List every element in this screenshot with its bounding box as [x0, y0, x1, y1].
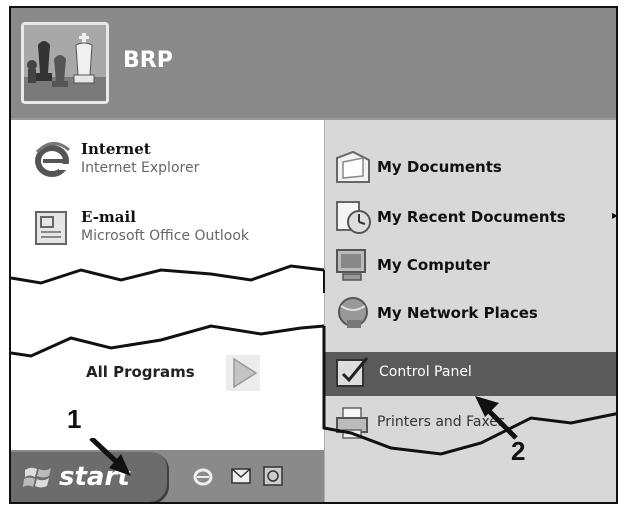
printer-icon: [333, 404, 373, 442]
quicklaunch-outlook-express-icon[interactable]: [229, 464, 253, 488]
green-arrow-right-icon: [226, 355, 260, 391]
left-pane: Internet Internet Explorer E-mail Micros…: [11, 120, 324, 502]
pinned-email[interactable]: E-mail Microsoft Office Outlook: [33, 206, 313, 254]
start-menu-header: BRP: [11, 8, 616, 120]
user-avatar-chess[interactable]: [21, 22, 109, 104]
outlook-icon: [33, 208, 71, 248]
pinned-internet-subtitle: Internet Explorer: [81, 160, 200, 176]
callout-number-1: 1: [67, 404, 82, 434]
place-my-network-places-label: My Network Places: [377, 304, 538, 322]
network-places-icon: [333, 294, 373, 332]
place-my-network-places[interactable]: My Network Places: [333, 292, 616, 336]
internet-explorer-icon: [33, 140, 71, 180]
place-my-documents[interactable]: My Documents: [333, 146, 616, 190]
callout-number-2: 2: [511, 436, 526, 466]
place-my-computer[interactable]: My Computer: [333, 244, 616, 288]
quicklaunch-show-desktop-icon[interactable]: [261, 464, 285, 488]
all-programs-label: All Programs: [86, 363, 195, 381]
start-menu-screenshot: BRP Internet Internet Explorer E-mail Mi…: [9, 6, 618, 504]
place-printers-faxes[interactable]: Printers and Faxes: [333, 402, 616, 446]
place-control-panel-label: Control Panel: [379, 364, 472, 380]
place-control-panel[interactable]: Control Panel: [325, 352, 616, 396]
my-documents-icon: [333, 148, 373, 186]
start-button[interactable]: start: [11, 452, 169, 502]
pinned-email-title: E-mail: [81, 208, 136, 226]
quicklaunch-internet-explorer-icon[interactable]: [191, 464, 215, 488]
control-panel-icon: [333, 354, 373, 392]
all-programs-button[interactable]: All Programs: [86, 353, 266, 393]
place-my-computer-label: My Computer: [377, 256, 491, 274]
pinned-internet[interactable]: Internet Internet Explorer: [33, 138, 313, 186]
place-my-recent-documents-label: My Recent Documents: [377, 208, 566, 226]
right-pane: My Documents My Recent Documents ▸ My Co…: [324, 120, 618, 502]
my-computer-icon: [333, 246, 373, 284]
start-label: start: [59, 462, 130, 492]
user-name: BRP: [123, 48, 173, 73]
pinned-email-subtitle: Microsoft Office Outlook: [81, 228, 249, 244]
recent-documents-icon: [333, 198, 373, 236]
place-printers-faxes-label: Printers and Faxes: [377, 414, 506, 430]
submenu-arrow-icon: ▸: [611, 208, 618, 222]
chess-pieces-icon: [24, 25, 106, 101]
place-my-recent-documents[interactable]: My Recent Documents ▸: [333, 196, 618, 240]
pinned-internet-title: Internet: [81, 140, 151, 158]
place-my-documents-label: My Documents: [377, 158, 502, 176]
taskbar: start: [11, 450, 324, 502]
windows-flag-icon: [23, 464, 53, 492]
